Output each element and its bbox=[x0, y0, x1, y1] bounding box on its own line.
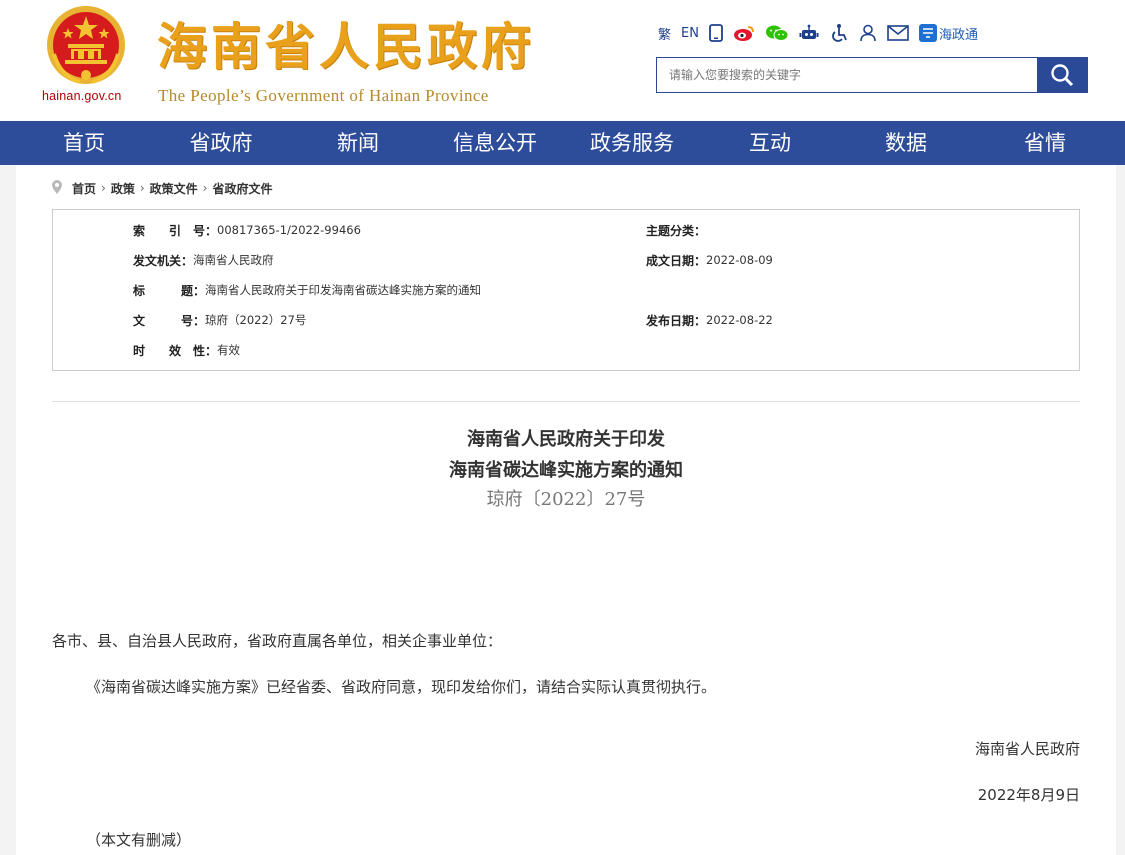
nav-information-disclosure[interactable]: 信息公开 bbox=[440, 121, 550, 165]
meta-topic-key: 主题分类： bbox=[646, 223, 707, 238]
meta-topic-row: 主题分类： bbox=[646, 221, 706, 239]
weibo-icon[interactable] bbox=[733, 22, 755, 44]
user-icon[interactable] bbox=[859, 22, 877, 44]
meta-title-row: 标 题： 海南省人民政府关于印发海南省碳达峰实施方案的通知 bbox=[133, 281, 481, 299]
search-button[interactable] bbox=[1037, 58, 1087, 92]
meta-pubdate-key: 发布日期： bbox=[646, 313, 707, 328]
meta-index-key: 索 引 号： bbox=[133, 223, 218, 238]
breadcrumb-separator: › bbox=[101, 181, 106, 195]
nav-provincial-government[interactable]: 省政府 bbox=[170, 121, 272, 165]
mobile-icon[interactable] bbox=[709, 22, 723, 44]
meta-docno-row: 文 号： 琼府（2022）27号 bbox=[133, 311, 306, 329]
meta-issuer-row: 发文机关： 海南省人民政府 bbox=[133, 251, 274, 269]
traditional-chinese-link[interactable]: 繁 bbox=[658, 22, 671, 44]
hzt-label: 海政通 bbox=[938, 27, 978, 43]
search-icon bbox=[1051, 64, 1074, 87]
meta-validity-row: 时 效 性： 有效 bbox=[133, 341, 240, 359]
search-input[interactable] bbox=[657, 58, 1039, 92]
nav-province-overview[interactable]: 省情 bbox=[1007, 121, 1083, 165]
nav-government-services[interactable]: 政务服务 bbox=[577, 121, 687, 165]
document-number: 琼府〔2022〕27号 bbox=[486, 489, 646, 510]
wechat-icon[interactable] bbox=[765, 22, 789, 44]
location-pin-icon bbox=[52, 179, 62, 197]
meta-docno-value: 琼府（2022）27号 bbox=[205, 313, 307, 327]
document-title-line-2: 海南省碳达峰实施方案的通知 bbox=[449, 460, 683, 481]
meta-pubdate-value: 2022-08-22 bbox=[706, 313, 773, 327]
document-salutation: 各市、县、自治县人民政府，省政府直属各单位，相关企事业单位： bbox=[52, 632, 503, 650]
header-toolbar: 繁 EN 海政通 bbox=[658, 22, 988, 44]
meta-index-value: 00817365-1/2022-99466 bbox=[217, 223, 361, 237]
main-content: 首页 › 政策 › 政策文件 › 省政府文件 索 引 号： 00817365-1… bbox=[16, 165, 1116, 855]
breadcrumb-separator: › bbox=[202, 181, 208, 195]
search-box bbox=[656, 57, 1088, 93]
document-paragraph: 《海南省碳达峰实施方案》已经省委、省政府同意，现印发给你们，请结合实际认真贯彻执… bbox=[86, 678, 717, 696]
document-sign-date: 2022年8月9日 bbox=[977, 786, 1080, 804]
breadcrumb-policy-documents[interactable]: 政策文件 bbox=[150, 180, 198, 197]
site-title[interactable]: 海南省人民政府 bbox=[157, 14, 535, 80]
meta-date-row: 成文日期： 2022-08-09 bbox=[646, 251, 773, 269]
document-title-line-1: 海南省人民政府关于印发 bbox=[467, 429, 665, 450]
meta-issuer-key: 发文机关： bbox=[133, 253, 194, 268]
national-emblem-logo[interactable] bbox=[44, 4, 128, 90]
main-nav: 首页 省政府 新闻 信息公开 政务服务 互动 数据 省情 bbox=[0, 121, 1125, 165]
hzt-link[interactable]: 海政通 bbox=[918, 22, 978, 44]
meta-title-key: 标 题： bbox=[133, 283, 206, 298]
document-note: （本文有删减） bbox=[86, 831, 192, 849]
breadcrumb-separator: › bbox=[139, 181, 145, 195]
content-divider bbox=[52, 401, 1080, 402]
meta-index-row: 索 引 号： 00817365-1/2022-99466 bbox=[133, 221, 361, 239]
nav-interaction[interactable]: 互动 bbox=[732, 121, 808, 165]
english-link[interactable]: EN bbox=[681, 22, 699, 44]
site-domain[interactable]: hainan.gov.cn bbox=[42, 89, 122, 103]
document-meta-table: 索 引 号： 00817365-1/2022-99466 主题分类： 发文机关：… bbox=[52, 209, 1080, 371]
nav-home[interactable]: 首页 bbox=[40, 121, 128, 165]
meta-docno-key: 文 号： bbox=[133, 313, 206, 328]
meta-validity-value: 有效 bbox=[217, 343, 241, 357]
breadcrumb-provincial-documents[interactable]: 省政府文件 bbox=[212, 180, 272, 197]
breadcrumb-policy[interactable]: 政策 bbox=[111, 180, 135, 197]
nav-data[interactable]: 数据 bbox=[868, 121, 944, 165]
meta-title-value: 海南省人民政府关于印发海南省碳达峰实施方案的通知 bbox=[205, 283, 482, 297]
site-header: hainan.gov.cn 海南省人民政府 The People’s Gover… bbox=[0, 0, 1125, 121]
breadcrumb-home[interactable]: 首页 bbox=[72, 180, 96, 197]
mail-icon[interactable] bbox=[887, 22, 909, 44]
hzt-icon bbox=[918, 24, 937, 42]
site-subtitle: The People’s Government of Hainan Provin… bbox=[158, 86, 489, 105]
nav-news[interactable]: 新闻 bbox=[320, 121, 396, 165]
breadcrumb: 首页 › 政策 › 政策文件 › 省政府文件 bbox=[52, 179, 273, 197]
robot-icon[interactable] bbox=[799, 22, 819, 44]
meta-validity-key: 时 效 性： bbox=[133, 343, 218, 358]
meta-issuer-value: 海南省人民政府 bbox=[193, 253, 274, 267]
meta-date-value: 2022-08-09 bbox=[706, 253, 773, 267]
meta-pubdate-row: 发布日期： 2022-08-22 bbox=[646, 311, 773, 329]
accessibility-icon[interactable] bbox=[829, 22, 849, 44]
document-signer: 海南省人民政府 bbox=[974, 740, 1080, 758]
meta-date-key: 成文日期： bbox=[646, 253, 707, 268]
